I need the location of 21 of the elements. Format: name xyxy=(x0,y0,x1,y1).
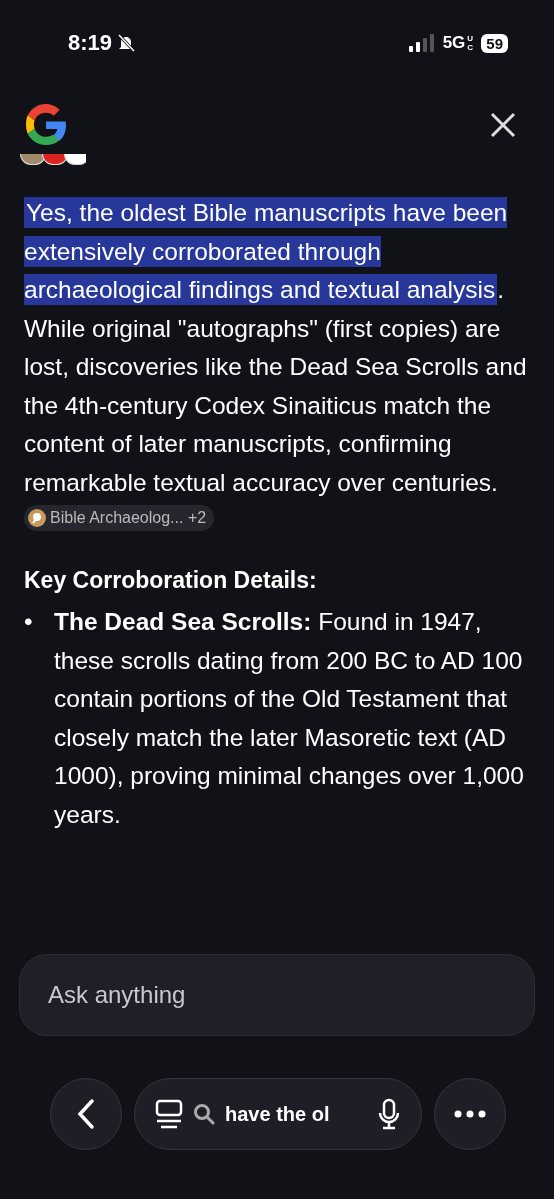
clock-time: 8:19 xyxy=(68,30,113,56)
answer-paragraph: Yes, the oldest Bible manuscripts have been extensively corroborated through archaeological findings and textual analysis. While original "autographs" (first copies) are lost, discoveries like the Dead Sea Scrolls and the 4th-century Codex Sinaiticus match the content of later manuscripts, confirming remarkable textual accuracy over centuries. Bible Archaeolog... +2 xyxy=(24,194,532,541)
signal-icon xyxy=(408,34,437,52)
tabs-icon[interactable] xyxy=(155,1099,183,1129)
back-icon xyxy=(76,1098,96,1130)
microphone-icon[interactable] xyxy=(377,1098,401,1130)
section-heading: Key Corroboration Details: xyxy=(24,565,318,595)
bullet-text: The Dead Sea Scrolls: Found in 1947, these scrolls dating from 200 BC to AD 100 contain portions of the Old Testament that closely match the later Masoretic text (AD 1000), proving minimal changes over 1,000 years. xyxy=(54,607,525,830)
search-icon xyxy=(193,1103,215,1125)
avatar-stack xyxy=(20,154,86,165)
network-type: 5G xyxy=(442,33,466,53)
close-icon[interactable] xyxy=(490,112,516,138)
network-suffix: UC xyxy=(467,34,475,52)
battery-level: 59 xyxy=(481,33,508,53)
ask-field[interactable]: Ask anything xyxy=(19,954,535,1036)
search-pill[interactable]: have the ol xyxy=(134,1078,422,1150)
search-query: have the ol xyxy=(225,1102,331,1126)
source-chip[interactable]: Bible Archaeolog... +2 xyxy=(24,505,215,531)
more-icon xyxy=(454,1110,486,1118)
source-icon xyxy=(28,509,46,527)
bullet-marker: • xyxy=(24,607,34,637)
